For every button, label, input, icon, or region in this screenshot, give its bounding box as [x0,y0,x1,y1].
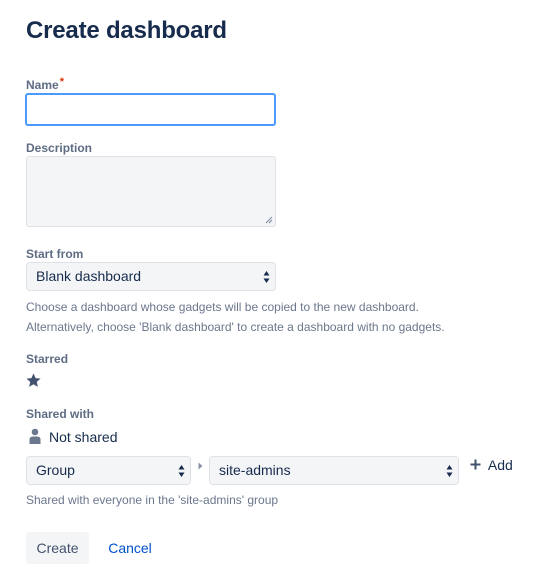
start-from-value: Blank dashboard [36,268,142,284]
name-label-text: Name [26,78,59,92]
add-share-label: Add [487,457,513,473]
required-asterisk: * [59,76,64,88]
share-group-select[interactable]: site-admins [209,456,459,485]
start-from-help-line-2: Alternatively, choose 'Blank dashboard' … [26,320,445,334]
chevron-right-icon [198,462,203,470]
cancel-button[interactable]: Cancel [98,532,162,564]
share-group-value: site-admins [219,462,291,478]
description-label: Description [26,141,93,155]
shared-status-text: Not shared [49,429,118,445]
share-type-value: Group [36,462,75,478]
name-input[interactable] [25,93,276,126]
person-icon [29,428,41,444]
start-from-select[interactable]: Blank dashboard [26,262,276,291]
shared-with-help: Shared with everyone in the 'site-admins… [26,493,279,507]
description-textarea[interactable] [26,156,276,227]
page-title: Create dashboard [26,17,227,44]
start-from-label: Start from [26,247,84,261]
shared-with-label: Shared with [26,407,95,421]
resize-handle-icon[interactable] [265,216,273,224]
select-arrows-icon [446,465,453,477]
name-label: Name* [26,76,64,92]
select-arrows-icon [263,271,270,283]
start-from-help-line-1: Choose a dashboard whose gadgets will be… [26,300,419,314]
select-arrows-icon [178,465,185,477]
star-icon[interactable] [25,372,42,389]
share-type-select[interactable]: Group [26,456,191,485]
create-button[interactable]: Create [26,532,89,564]
starred-label: Starred [26,352,69,366]
plus-icon [470,459,481,470]
add-share-button[interactable]: Add [470,457,513,473]
